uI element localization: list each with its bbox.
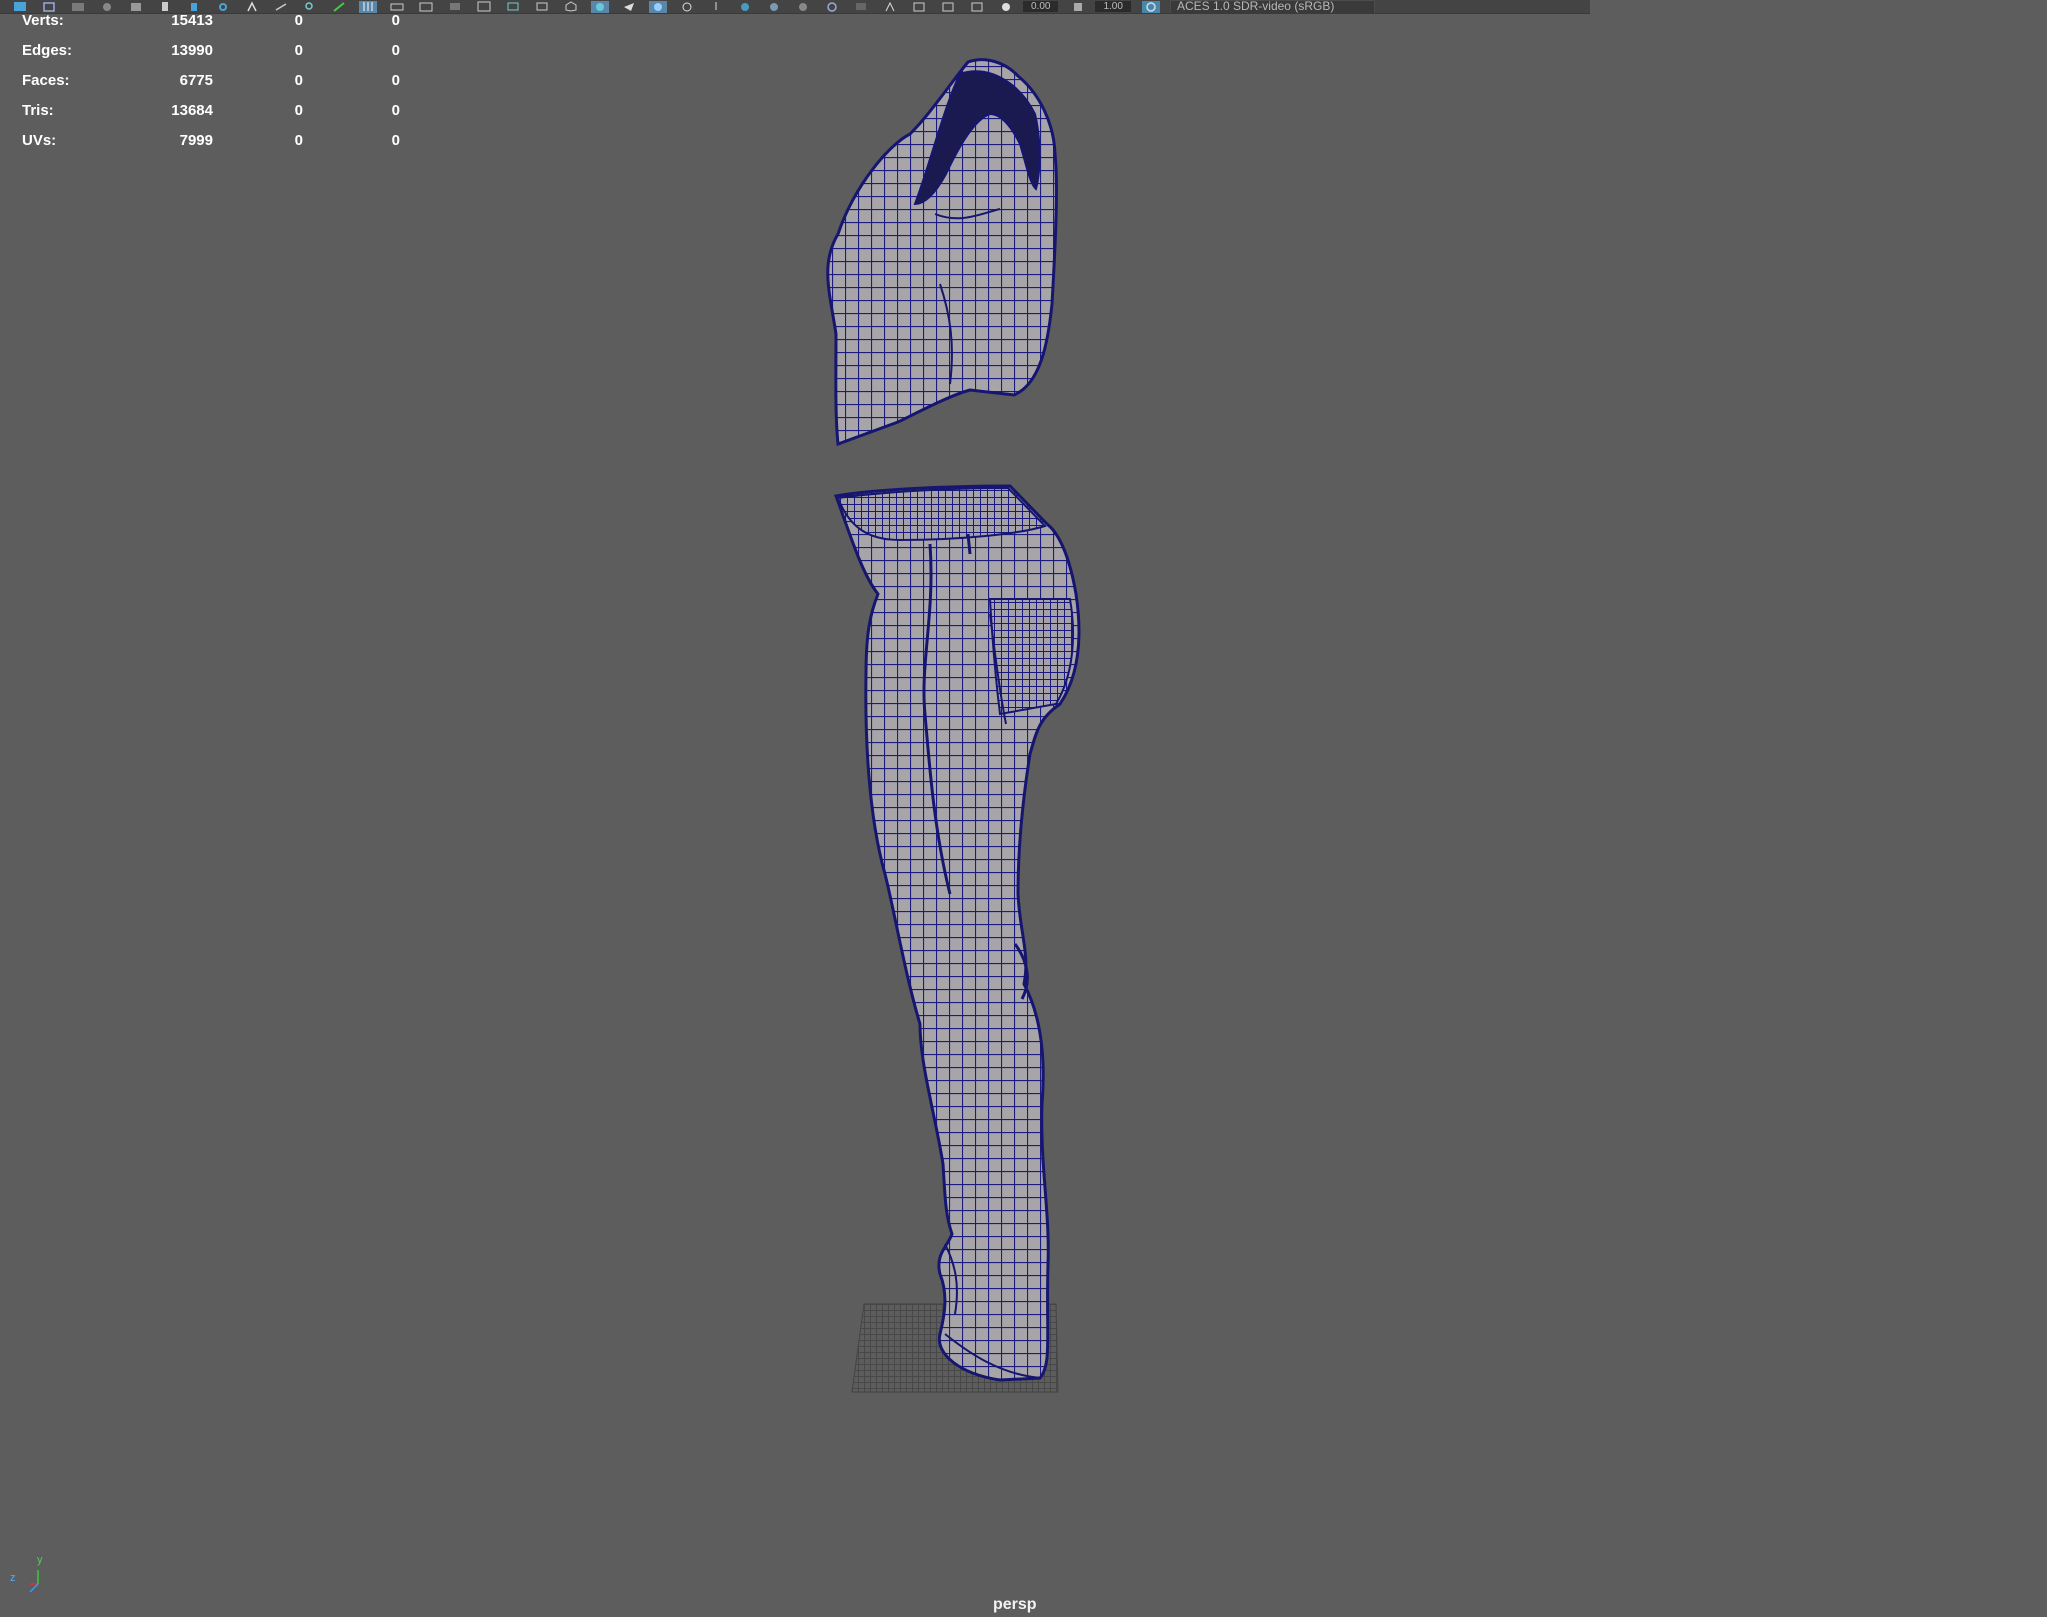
hud-component-count: 0 [391, 72, 400, 89]
hud-label: UVs: [22, 132, 57, 149]
hud-row-verts: Verts: 15413 0 0 [22, 12, 402, 42]
lasso-icon[interactable] [40, 1, 58, 13]
xray-icon[interactable] [881, 1, 899, 13]
hud-row-tris: Tris: 13684 0 0 [22, 102, 402, 132]
color-management-icon[interactable] [1141, 0, 1160, 13]
isolate-icon[interactable] [852, 1, 870, 13]
aa-icon[interactable] [794, 1, 812, 13]
hud-label: Faces: [22, 72, 70, 89]
depth-of-field-icon[interactable] [823, 1, 841, 13]
zoom-icon[interactable] [301, 1, 319, 13]
field-chart-icon[interactable] [475, 1, 493, 13]
axis-gizmo [29, 1570, 39, 1593]
paint-icon[interactable] [69, 1, 87, 13]
image-plane-icon[interactable] [185, 1, 203, 13]
film-gate-icon[interactable] [388, 1, 406, 13]
default-material-icon[interactable] [620, 1, 638, 13]
xray-joints-icon[interactable] [910, 1, 928, 13]
hud-component-count: 0 [391, 132, 400, 149]
gate-mask-icon[interactable] [446, 1, 464, 13]
poly-count-hud: Verts: 15413 0 0 Edges: 13990 0 0 Faces:… [22, 12, 402, 162]
hud-object-count: 15413 [171, 12, 213, 29]
pin-icon[interactable] [214, 1, 232, 13]
hud-row-uvs: UVs: 7999 0 0 [22, 132, 402, 162]
wireframe-icon[interactable] [562, 1, 580, 13]
motion-blur-icon[interactable] [765, 1, 783, 13]
hud-selected-count: 0 [294, 72, 303, 89]
axis-z-label: z [10, 1572, 16, 1584]
gamma-field[interactable]: 1.00 [1095, 1, 1131, 12]
gamma-icon[interactable] [1069, 1, 1087, 13]
hud-selected-count: 0 [294, 42, 303, 59]
hud-component-count: 0 [391, 42, 400, 59]
axis-y-label: y [37, 1554, 43, 1566]
hud-row-edges: Edges: 13990 0 0 [22, 42, 402, 72]
exposure-icon[interactable] [997, 1, 1015, 13]
sun-icon[interactable] [243, 1, 261, 13]
hud-object-count: 7999 [179, 132, 213, 149]
resolution-gate-icon[interactable] [417, 1, 435, 13]
camera-icon[interactable] [127, 1, 145, 13]
bookmark-icon[interactable] [156, 1, 174, 13]
top-mesh[interactable] [826, 58, 1058, 447]
move-icon[interactable] [272, 1, 290, 13]
safe-title-icon[interactable] [533, 1, 551, 13]
pan-icon[interactable] [330, 1, 348, 13]
hud-object-count: 13990 [171, 42, 213, 59]
hud-component-count: 0 [391, 102, 400, 119]
safe-action-icon[interactable] [504, 1, 522, 13]
hud-component-count: 0 [391, 12, 400, 29]
persp-viewport[interactable]: y z persp [0, 14, 2047, 1617]
hud-object-count: 6775 [179, 72, 213, 89]
hud-label: Edges: [22, 42, 73, 59]
grid-icon[interactable] [98, 1, 116, 13]
select-icon[interactable] [11, 1, 29, 13]
lights-icon[interactable] [678, 1, 696, 13]
color-space-dropdown[interactable]: ACES 1.0 SDR-video (sRGB) [1169, 0, 1376, 13]
hud-object-count: 13684 [171, 102, 213, 119]
shadows-icon[interactable] [707, 1, 725, 13]
backface-icon[interactable] [968, 1, 986, 13]
exposure-field[interactable]: 0.00 [1023, 1, 1059, 12]
xray-active-icon[interactable] [939, 1, 957, 13]
hud-row-faces: Faces: 6775 0 0 [22, 72, 402, 102]
hud-label: Tris: [22, 102, 54, 119]
hud-label: Verts: [22, 12, 64, 29]
textured-icon[interactable] [649, 0, 667, 13]
scene [29, 58, 1081, 1593]
smooth-shade-icon[interactable] [591, 0, 609, 13]
hud-selected-count: 0 [294, 132, 303, 149]
ao-icon[interactable] [736, 1, 754, 13]
pants-mesh[interactable] [833, 484, 1081, 1382]
grid-toggle-icon[interactable] [359, 0, 377, 13]
camera-name-label: persp [993, 1596, 1037, 1613]
hud-selected-count: 0 [294, 102, 303, 119]
hud-selected-count: 0 [294, 12, 303, 29]
